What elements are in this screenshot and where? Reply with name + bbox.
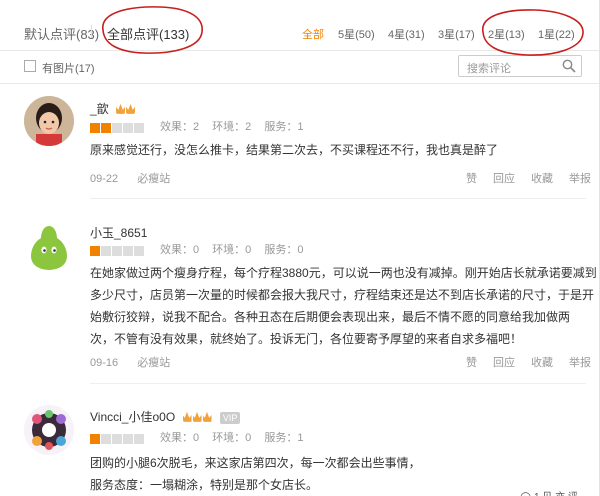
score-service: 服务：1 xyxy=(264,121,304,133)
crown-icon xyxy=(182,411,192,422)
avatar[interactable] xyxy=(24,96,74,146)
review-divider xyxy=(90,198,586,199)
star-icon-filled xyxy=(90,246,100,256)
reviewer-name[interactable]: _歆 xyxy=(90,100,136,117)
shop-link[interactable]: 必瘦站 xyxy=(137,357,170,369)
star-icon-filled xyxy=(101,123,111,133)
crown-icon xyxy=(116,103,126,114)
star-icon-empty xyxy=(134,434,144,444)
review-date: 09-22 xyxy=(90,173,119,185)
filter-1-star[interactable]: 1星(22) xyxy=(538,26,575,42)
review-divider xyxy=(90,383,586,384)
star-icon-empty xyxy=(112,246,122,256)
sub-scores: 效果：0 环境：0 服务：0 xyxy=(160,241,314,257)
score-effect: 效果：2 xyxy=(160,121,200,133)
review-tabs: 默认点评(83) 全部点评(133) 全部 5星(50) 4星(31) 3星(1… xyxy=(0,0,600,50)
flower-avatar-icon xyxy=(24,405,74,455)
with-pictures-checkbox[interactable] xyxy=(24,60,36,72)
like-button[interactable]: 赞 xyxy=(466,357,477,369)
star-icon-empty xyxy=(123,434,133,444)
score-effect: 效果：0 xyxy=(160,244,200,256)
star-icon-empty xyxy=(101,434,111,444)
search-placeholder: 搜索评论 xyxy=(467,63,511,75)
filter-all[interactable]: 全部 xyxy=(302,26,324,42)
review-actions: 赞 回应 收藏 举报 xyxy=(466,170,591,186)
review-text: 原来感觉还行，没怎么推卡，结果第二次去，不买课程还不行，我也真是醉了 xyxy=(90,143,499,157)
star-rating xyxy=(90,120,145,133)
with-pictures-label[interactable]: 有图片(17) xyxy=(42,60,95,76)
filter-bar-underline xyxy=(0,83,600,84)
review-meta: 09-16 必瘦站 xyxy=(90,354,170,370)
star-icon-filled xyxy=(90,434,100,444)
level-badges xyxy=(116,103,136,117)
score-environment: 环境：0 xyxy=(212,244,252,256)
vip-badge: VIP xyxy=(219,411,241,424)
score-service: 服务：1 xyxy=(264,432,304,444)
tab-default-reviews[interactable]: 默认点评(83) xyxy=(24,24,99,43)
star-rating xyxy=(90,243,145,256)
star-icon-empty xyxy=(123,246,133,256)
star-icon-empty xyxy=(123,123,133,133)
reply-button[interactable]: 回应 xyxy=(493,357,515,369)
tab-all-reviews[interactable]: 全部点评(133) xyxy=(107,24,189,43)
star-icon-filled xyxy=(90,123,100,133)
reviewer-name[interactable]: 小玉_8651 xyxy=(90,224,147,241)
level-badges xyxy=(182,411,213,425)
filter-2-star[interactable]: 2星(13) xyxy=(488,26,525,42)
star-rating xyxy=(90,431,145,444)
search-input[interactable]: 搜索评论 xyxy=(458,55,582,77)
star-icon-empty xyxy=(112,123,122,133)
avatar[interactable] xyxy=(24,405,74,455)
reply-button[interactable]: 回应 xyxy=(493,173,515,185)
floating-badge[interactable]: ◯ 1 见 亦 评 xyxy=(520,488,578,496)
star-icon-empty xyxy=(112,434,122,444)
review-date: 09-16 xyxy=(90,357,119,369)
review-actions: 赞 回应 收藏 举报 xyxy=(466,354,591,370)
tab-separator xyxy=(91,25,92,38)
review-meta: 09-22 必瘦站 xyxy=(90,170,170,186)
sub-scores: 效果：0 环境：0 服务：1 xyxy=(160,429,314,445)
report-button[interactable]: 举报 xyxy=(569,357,591,369)
filter-5-star[interactable]: 5星(50) xyxy=(338,26,375,42)
avatar[interactable] xyxy=(24,220,74,270)
review-text: 在她家做过两个瘦身疗程，每个疗程3880元，可以说一两也没有减掉。刚开始店长就承… xyxy=(90,266,597,346)
filter-4-star[interactable]: 4星(31) xyxy=(388,26,425,42)
favorite-button[interactable]: 收藏 xyxy=(531,173,553,185)
star-icon-empty xyxy=(134,246,144,256)
score-effect: 效果：0 xyxy=(160,432,200,444)
shop-link[interactable]: 必瘦站 xyxy=(137,173,170,185)
filter-3-star[interactable]: 3星(17) xyxy=(438,26,475,42)
crown-icon xyxy=(192,411,202,422)
score-environment: 环境：2 xyxy=(212,121,252,133)
star-icon-empty xyxy=(101,246,111,256)
crown-icon xyxy=(126,103,136,114)
child-photo-icon xyxy=(24,96,74,146)
favorite-button[interactable]: 收藏 xyxy=(531,357,553,369)
star-icon-empty xyxy=(134,123,144,133)
review-text: 团购的小腿6次脱毛，来这家店第四次，每一次都会出些事情， 服务态度：一塌糊涂，特… xyxy=(90,456,421,492)
score-service: 服务：0 xyxy=(264,244,304,256)
sub-scores: 效果：2 环境：2 服务：1 xyxy=(160,118,314,134)
report-button[interactable]: 举报 xyxy=(569,173,591,185)
like-button[interactable]: 赞 xyxy=(466,173,477,185)
filter-bar: 有图片(17) 搜索评论 xyxy=(0,51,600,83)
search-icon[interactable] xyxy=(562,59,576,73)
reviewer-name[interactable]: Vincci_小佳o0O VIP xyxy=(90,408,241,425)
score-environment: 环境：0 xyxy=(212,432,252,444)
crown-icon xyxy=(202,411,212,422)
pear-avatar-icon xyxy=(24,220,74,270)
